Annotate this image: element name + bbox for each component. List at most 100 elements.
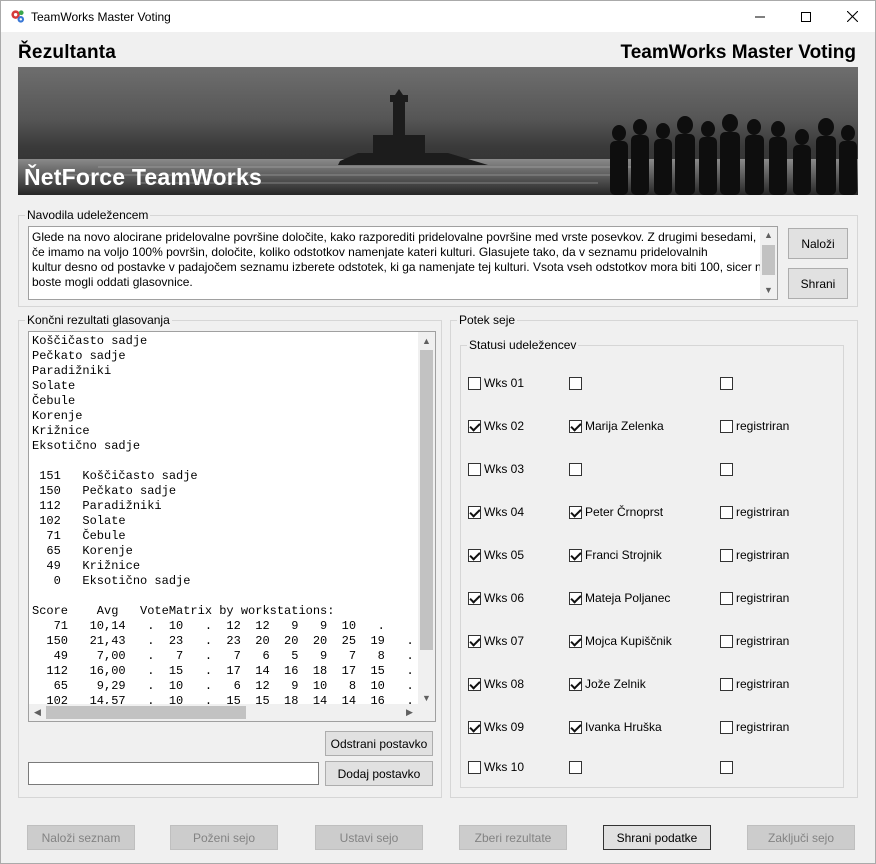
workstation-label: Wks 03 [484,462,525,476]
registration-status-checkbox[interactable] [720,506,733,519]
registration-status-label: registriran [736,505,790,519]
participant-name-checkbox[interactable] [569,635,582,648]
registration-status-checkbox[interactable] [720,420,733,433]
registration-status-checkbox[interactable] [720,377,733,390]
instructions-line: boste mogli oddati glasovnice. [32,275,193,289]
registration-status-checkbox[interactable] [720,463,733,476]
maximize-icon [801,11,811,22]
scroll-right-icon[interactable]: ▶ [401,704,418,721]
save-instructions-button[interactable]: Shrani [788,268,848,299]
load-instructions-button[interactable]: Naloži [788,228,848,259]
results-textbox[interactable]: Koščičasto sadje Pečkato sadje Paradižni… [28,331,436,722]
app-gears-icon [11,10,25,23]
scroll-up-icon[interactable]: ▲ [760,227,777,244]
workstation-checkbox[interactable] [468,592,481,605]
collect-results-button[interactable]: Zberi rezultate [459,825,567,850]
load-list-button[interactable]: Naloži seznam [27,825,135,850]
registration-status-label: registriran [736,634,790,648]
instructions-scrollbar[interactable]: ▲ ▼ [760,227,777,299]
close-icon [846,11,858,22]
remove-item-button[interactable]: Odstrani postavko [325,731,433,756]
workstation-label: Wks 01 [484,376,525,390]
registration-status-checkbox[interactable] [720,549,733,562]
participant-name-checkbox[interactable] [569,761,582,774]
results-vertical-scrollbar[interactable]: ▲ ▼ [418,332,435,706]
scroll-down-icon[interactable]: ▼ [760,282,777,299]
registration-status-label: registriran [736,591,790,605]
participant-name-checkbox[interactable] [569,377,582,390]
scroll-left-icon[interactable]: ◀ [29,704,46,721]
participant-name-checkbox[interactable] [569,506,582,519]
minimize-icon [755,16,765,17]
registration-status-checkbox[interactable] [720,761,733,774]
workstation-checkbox[interactable] [468,721,481,734]
participant-name-checkbox[interactable] [569,549,582,562]
workstation-label: Wks 07 [484,634,525,648]
participant-name-label: Ivanka Hruška [585,720,662,734]
participant-name-label: Franci Strojnik [585,548,662,562]
session-group-label: Potek seje [457,313,518,327]
workstation-label: Wks 04 [484,505,525,519]
scrollbar-thumb[interactable] [46,706,246,719]
workstation-label: Wks 02 [484,419,525,433]
workstation-checkbox[interactable] [468,377,481,390]
workstation-label: Wks 06 [484,591,525,605]
workstation-label: Wks 10 [484,760,525,774]
registration-status-label: registriran [736,720,790,734]
workstation-checkbox[interactable] [468,678,481,691]
instructions-group-label: Navodila udeležencem [25,208,151,222]
banner-image: ŇetForce TeamWorks [18,67,858,195]
workstation-checkbox[interactable] [468,463,481,476]
save-data-button[interactable]: Shrani podatke [603,825,711,850]
participant-name-checkbox[interactable] [569,592,582,605]
registration-status-label: registriran [736,419,790,433]
registration-status-label: registriran [736,548,790,562]
end-session-button[interactable]: Zaključi sejo [747,825,855,850]
registration-status-checkbox[interactable] [720,721,733,734]
registration-status-checkbox[interactable] [720,678,733,691]
maximize-button[interactable] [783,1,829,32]
workstation-checkbox[interactable] [468,506,481,519]
workstation-label: Wks 05 [484,548,525,562]
participant-name-label: Peter Črnoprst [585,505,664,519]
add-item-button[interactable]: Dodaj postavko [325,761,433,786]
instructions-line: če imamo na voljo 100% površin, določite… [32,245,708,259]
participant-name-checkbox[interactable] [569,463,582,476]
new-item-input[interactable] [28,762,319,785]
participant-name-label: Mojca Kupiščnik [585,634,672,648]
participant-name-label: Jože Zelnik [585,677,646,691]
workstation-checkbox[interactable] [468,420,481,433]
registration-status-checkbox[interactable] [720,635,733,648]
window-title: TeamWorks Master Voting [31,10,171,24]
start-session-button[interactable]: Poženi sejo [170,825,278,850]
workstation-label: Wks 08 [484,677,525,691]
app-window: TeamWorks Master Voting Řezultanta TeamW… [0,0,876,864]
close-button[interactable] [829,1,875,32]
scroll-up-icon[interactable]: ▲ [418,332,435,349]
workstation-checkbox[interactable] [468,761,481,774]
results-horizontal-scrollbar[interactable]: ◀ ▶ [29,704,418,721]
participant-name-label: Marija Zelenka [585,419,664,433]
participant-name-label: Mateja Poljanec [585,591,671,605]
results-text: Koščičasto sadje Pečkato sadje Paradižni… [32,334,414,704]
minimize-button[interactable] [737,1,783,32]
participant-name-checkbox[interactable] [569,420,582,433]
registration-status-checkbox[interactable] [720,592,733,605]
workstation-label: Wks 09 [484,720,525,734]
participant-name-checkbox[interactable] [569,678,582,691]
instructions-textbox[interactable]: Glede na novo alocirane pridelovalne pov… [28,226,778,300]
stop-session-button[interactable]: Ustavi sejo [315,825,423,850]
page-title: TeamWorks Master Voting [620,42,856,63]
registration-status-label: registriran [736,677,790,691]
instructions-line: kultur desno od postavke v padajočem sez… [32,260,769,274]
title-bar: TeamWorks Master Voting [1,1,875,32]
participant-name-checkbox[interactable] [569,721,582,734]
instructions-line: Glede na novo alocirane pridelovalne pov… [32,230,757,244]
participant-status-label: Statusi udeležencev [467,338,579,352]
workstation-checkbox[interactable] [468,635,481,648]
workstation-checkbox[interactable] [468,549,481,562]
scrollbar-thumb[interactable] [420,350,433,650]
brand-logo-text: ŇetForce TeamWorks [24,164,262,190]
scrollbar-corner [418,704,435,721]
scrollbar-thumb[interactable] [762,245,775,275]
